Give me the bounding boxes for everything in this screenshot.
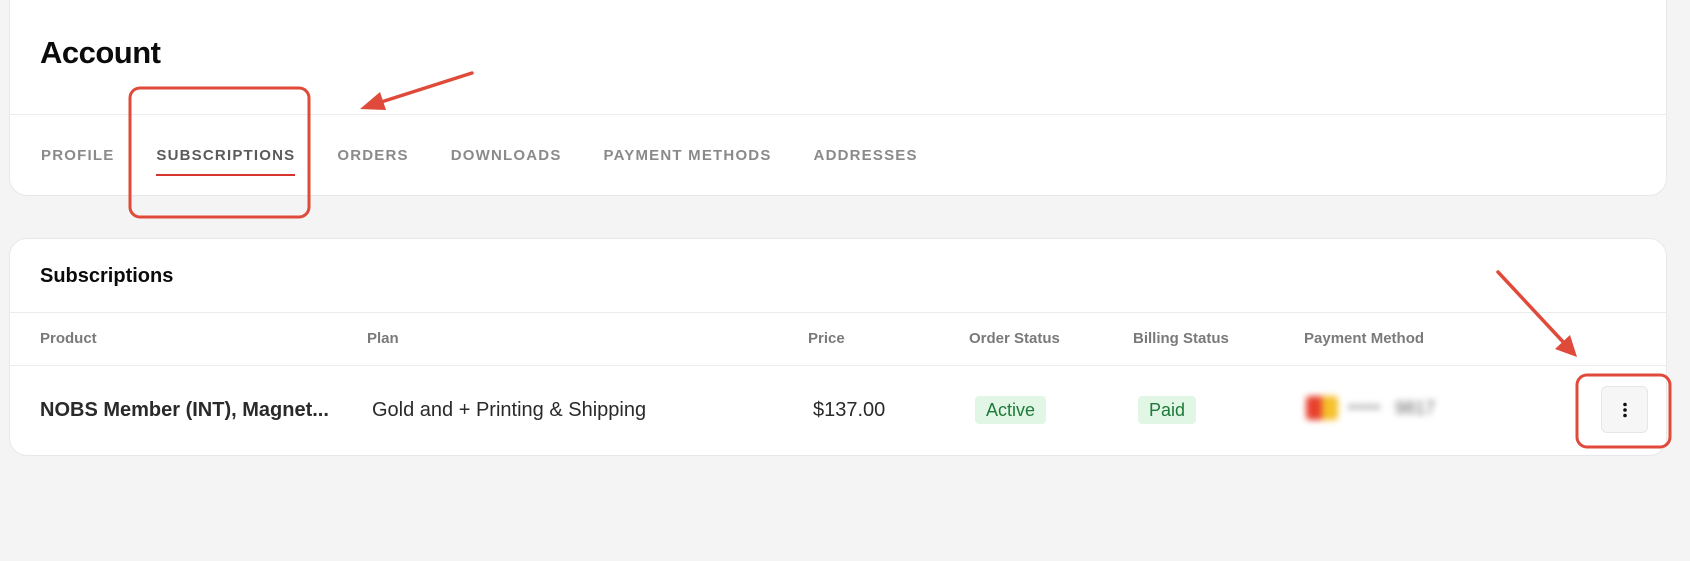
row-actions-button[interactable] (1601, 386, 1648, 433)
payment-method: ••••• 9817 (1306, 396, 1435, 420)
tab-subscriptions[interactable]: SUBSCRIPTIONS (156, 115, 296, 196)
column-header-product: Product (40, 330, 97, 347)
tab-payment-methods[interactable]: PAYMENT METHODS (604, 115, 772, 196)
subscriptions-card: Subscriptions Product Plan Price Order S… (9, 238, 1667, 456)
card-last-four: 9817 (1395, 397, 1436, 418)
column-header-billing-status: Billing Status (1133, 330, 1229, 347)
credit-card-icon (1306, 396, 1338, 420)
product-name[interactable]: NOBS Member (INT), Magnet... (40, 399, 330, 422)
column-header-price: Price (808, 330, 845, 347)
price-value: $137.00 (813, 399, 886, 421)
masked-card-number: ••••• (1348, 399, 1382, 416)
section-title: Subscriptions (40, 265, 174, 287)
billing-status-badge: Paid (1138, 396, 1197, 424)
divider (10, 312, 1666, 313)
vertical-dots-icon (1622, 402, 1627, 417)
tab-downloads[interactable]: DOWNLOADS (451, 115, 562, 196)
account-tabs: PROFILE SUBSCRIPTIONS ORDERS DOWNLOADS P… (41, 115, 960, 196)
order-status-badge: Active (975, 396, 1047, 424)
tab-profile[interactable]: PROFILE (41, 115, 114, 196)
column-header-payment-method: Payment Method (1304, 330, 1425, 347)
account-card: Account PROFILE SUBSCRIPTIONS ORDERS DOW… (9, 0, 1667, 196)
tab-orders[interactable]: ORDERS (337, 115, 408, 196)
column-header-plan: Plan (367, 330, 399, 347)
divider (10, 365, 1666, 366)
tab-addresses[interactable]: ADDRESSES (814, 115, 918, 196)
page-title: Account (40, 35, 161, 70)
column-header-order-status: Order Status (969, 330, 1060, 347)
plan-name: Gold and + Printing & Shipping (372, 399, 647, 421)
